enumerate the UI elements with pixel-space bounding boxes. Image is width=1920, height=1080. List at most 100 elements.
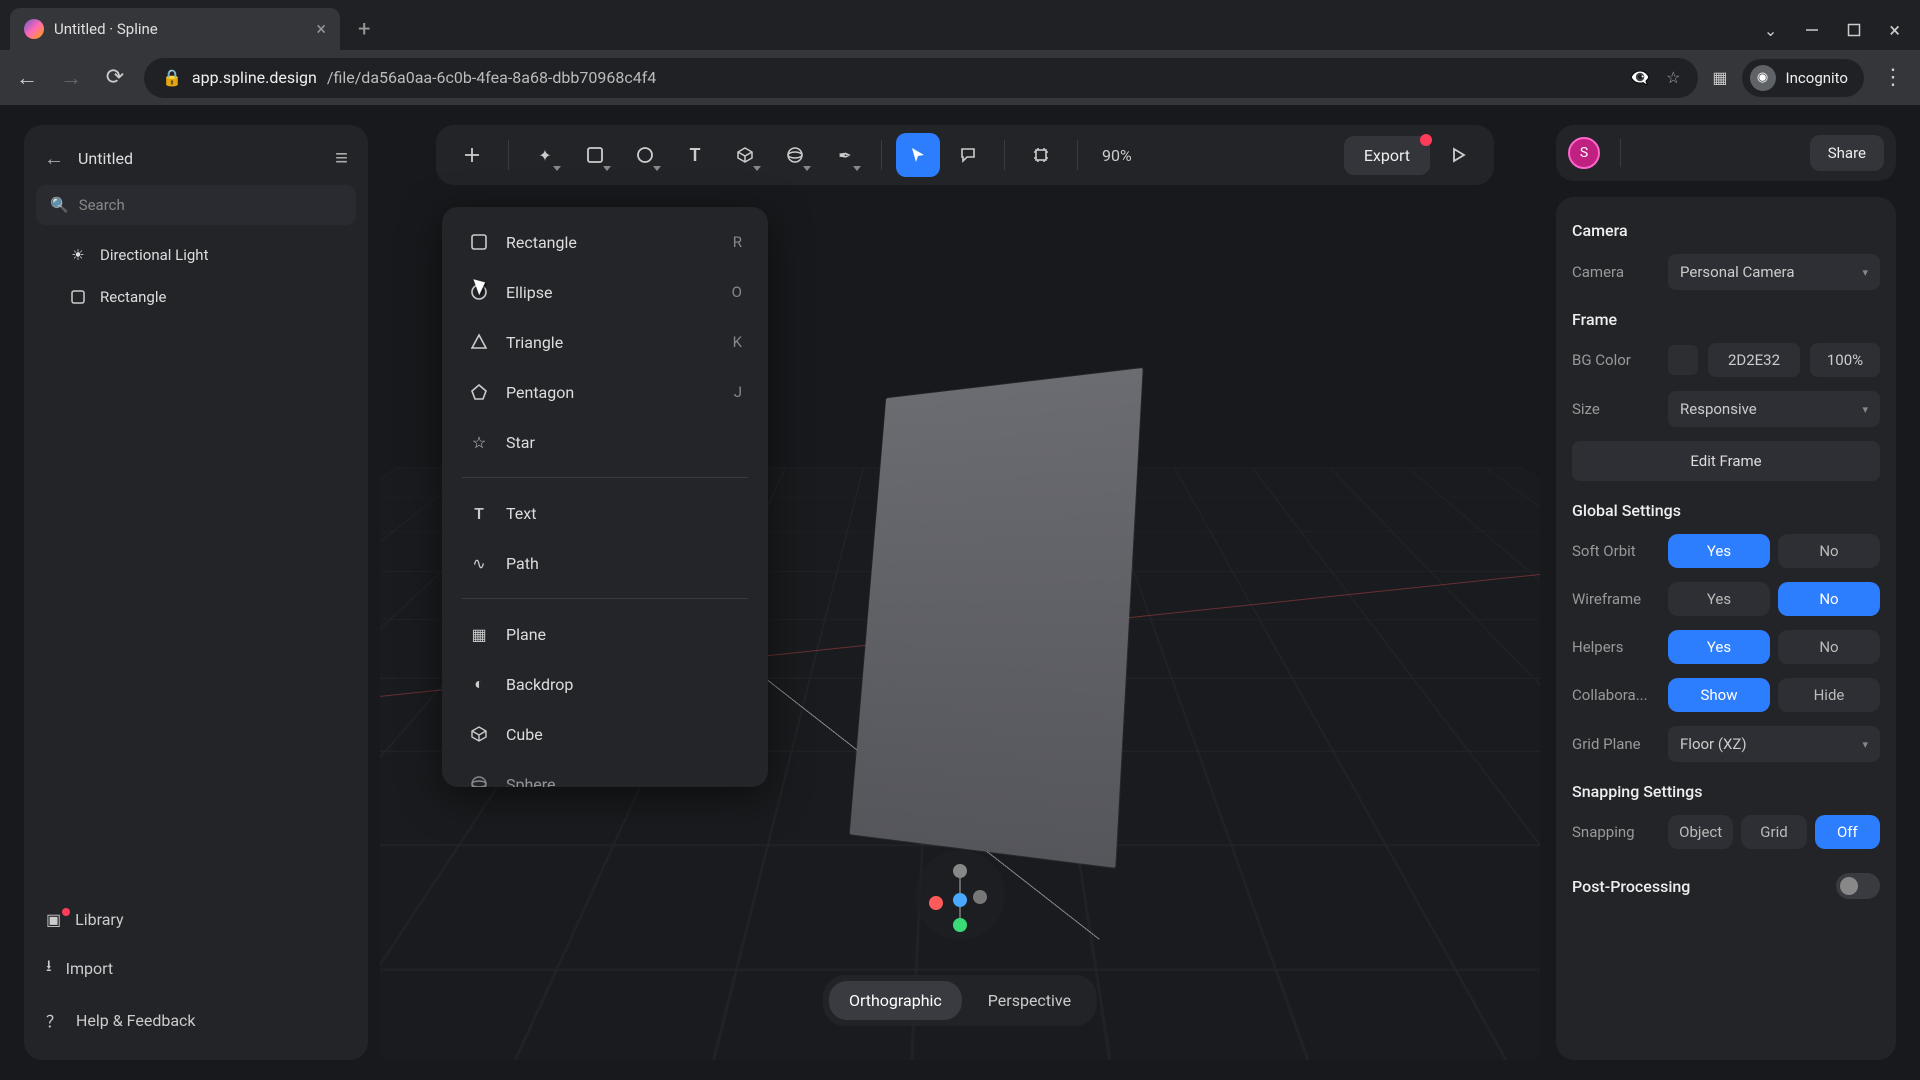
orientation-gizmo[interactable] <box>915 850 1005 940</box>
back-icon[interactable]: ← <box>44 146 64 171</box>
menu-item-backdrop[interactable]: ◐Backdrop <box>442 659 768 709</box>
snap-object[interactable]: Object <box>1668 815 1733 849</box>
new-tab-button[interactable]: + <box>358 17 370 42</box>
menu-item-ellipse[interactable]: EllipseO <box>442 267 768 317</box>
zoom-level[interactable]: 90% <box>1092 146 1142 165</box>
library-button[interactable]: ▣ Library <box>36 898 356 941</box>
collab-hide[interactable]: Hide <box>1778 678 1880 712</box>
wireframe-yes[interactable]: Yes <box>1668 582 1770 616</box>
incognito-icon: ◉ <box>1750 65 1776 91</box>
cube-tool-button[interactable] <box>723 133 767 177</box>
soft-orbit-yes[interactable]: Yes <box>1668 534 1770 568</box>
size-select[interactable]: Responsive▾ <box>1668 391 1880 427</box>
collab-label: Collabora... <box>1572 686 1658 704</box>
search-input[interactable]: 🔍 Search <box>36 185 356 225</box>
comment-tool-button[interactable] <box>946 133 990 177</box>
rectangle-icon <box>468 231 490 253</box>
menu-item-text[interactable]: TText <box>442 488 768 538</box>
help-label: Help & Feedback <box>76 1011 196 1030</box>
menu-item-pentagon[interactable]: PentagonJ <box>442 367 768 417</box>
tabs-dropdown-icon[interactable]: ⌄ <box>1764 21 1777 40</box>
helpers-label: Helpers <box>1572 638 1658 656</box>
gizmo-z-axis[interactable] <box>953 893 967 907</box>
snap-off[interactable]: Off <box>1815 815 1880 849</box>
close-tab-icon[interactable]: × <box>316 19 326 40</box>
user-avatar[interactable]: S <box>1568 137 1600 169</box>
layer-list: ☀ Directional Light Rectangle <box>36 235 356 317</box>
helpers-yes[interactable]: Yes <box>1668 630 1770 664</box>
share-button[interactable]: Share <box>1810 135 1884 171</box>
file-title[interactable]: Untitled <box>78 149 321 168</box>
soft-orbit-label: Soft Orbit <box>1572 542 1658 560</box>
minimize-icon[interactable] <box>1805 23 1819 37</box>
gizmo-neg-axis[interactable] <box>973 890 987 904</box>
hamburger-icon[interactable]: ≡ <box>335 145 348 171</box>
nav-back-icon[interactable]: ← <box>12 65 42 91</box>
post-processing-toggle[interactable] <box>1836 873 1880 899</box>
menu-item-sphere[interactable]: Sphere <box>442 759 768 787</box>
menu-item-path[interactable]: ∿Path <box>442 538 768 588</box>
browser-menu-icon[interactable]: ⋮ <box>1878 65 1908 90</box>
select-tool-button[interactable] <box>896 133 940 177</box>
wireframe-no[interactable]: No <box>1778 582 1880 616</box>
rectangle-object[interactable] <box>850 368 1143 868</box>
ellipse-tool-button[interactable] <box>623 133 667 177</box>
helpers-no[interactable]: No <box>1778 630 1880 664</box>
frame-tool-button[interactable] <box>1019 133 1063 177</box>
rectangle-tool-button[interactable] <box>573 133 617 177</box>
gizmo-y-neg[interactable] <box>953 864 967 878</box>
nav-reload-icon[interactable]: ⟳ <box>100 65 130 90</box>
menu-item-plane[interactable]: ▦Plane <box>442 609 768 659</box>
bgcolor-swatch[interactable] <box>1668 345 1698 375</box>
sphere-tool-button[interactable] <box>773 133 817 177</box>
bgcolor-hex-input[interactable]: 2D2E32 <box>1708 343 1800 377</box>
library-label: Library <box>75 910 123 929</box>
path-icon: ∿ <box>468 552 490 574</box>
text-tool-button[interactable]: T <box>673 133 717 177</box>
incognito-chip[interactable]: ◉ Incognito <box>1742 59 1864 97</box>
pen-tool-button[interactable]: ✒ <box>823 133 867 177</box>
import-button[interactable]: ⭳ Import <box>36 943 356 994</box>
gizmo-x-axis[interactable] <box>929 896 943 910</box>
menu-item-cube[interactable]: Cube <box>442 709 768 759</box>
spline-favicon <box>24 19 44 39</box>
menu-item-rectangle[interactable]: RectangleR <box>442 217 768 267</box>
close-window-icon[interactable]: × <box>1889 18 1900 42</box>
export-button[interactable]: Export <box>1344 136 1430 175</box>
collab-show[interactable]: Show <box>1668 678 1770 712</box>
bgcolor-label: BG Color <box>1572 351 1658 369</box>
import-label: Import <box>66 959 114 978</box>
edit-frame-button[interactable]: Edit Frame <box>1572 441 1880 481</box>
snap-grid[interactable]: Grid <box>1741 815 1806 849</box>
eye-off-icon[interactable]: 👁‍🗨 <box>1630 68 1650 87</box>
ai-tool-button[interactable]: ✦ <box>523 133 567 177</box>
wireframe-label: Wireframe <box>1572 590 1658 608</box>
gizmo-y-axis[interactable] <box>953 918 967 932</box>
menu-item-triangle[interactable]: TriangleK <box>442 317 768 367</box>
layer-item-directional-light[interactable]: ☀ Directional Light <box>36 235 356 275</box>
camera-mode-switch: Orthographic Perspective <box>823 975 1097 1026</box>
address-bar[interactable]: 🔒 app.spline.design/file/da56a0aa-6c0b-4… <box>144 58 1698 98</box>
orthographic-option[interactable]: Orthographic <box>829 981 962 1020</box>
perspective-option[interactable]: Perspective <box>968 981 1091 1020</box>
section-camera: Camera <box>1572 221 1880 240</box>
add-button[interactable] <box>450 133 494 177</box>
browser-tab[interactable]: Untitled · Spline × <box>10 8 340 50</box>
address-row: ← → ⟳ 🔒 app.spline.design/file/da56a0aa-… <box>0 50 1920 105</box>
camera-select[interactable]: Personal Camera▾ <box>1668 254 1880 290</box>
search-placeholder: Search <box>79 196 125 214</box>
sun-icon: ☀ <box>68 245 88 265</box>
extensions-icon[interactable]: ▦ <box>1712 68 1727 87</box>
soft-orbit-no[interactable]: No <box>1778 534 1880 568</box>
bookmark-star-icon[interactable]: ☆ <box>1666 68 1680 87</box>
chevron-down-icon: ▾ <box>1862 403 1868 416</box>
menu-item-star[interactable]: ☆Star <box>442 417 768 467</box>
ellipse-icon <box>468 281 490 303</box>
grid-plane-select[interactable]: Floor (XZ)▾ <box>1668 726 1880 762</box>
play-button[interactable] <box>1436 133 1480 177</box>
maximize-icon[interactable] <box>1847 23 1861 37</box>
bgcolor-opacity-input[interactable]: 100% <box>1810 343 1880 377</box>
layer-item-rectangle[interactable]: Rectangle <box>36 277 356 317</box>
pentagon-icon <box>468 381 490 403</box>
help-button[interactable]: ？ Help & Feedback <box>36 996 356 1044</box>
